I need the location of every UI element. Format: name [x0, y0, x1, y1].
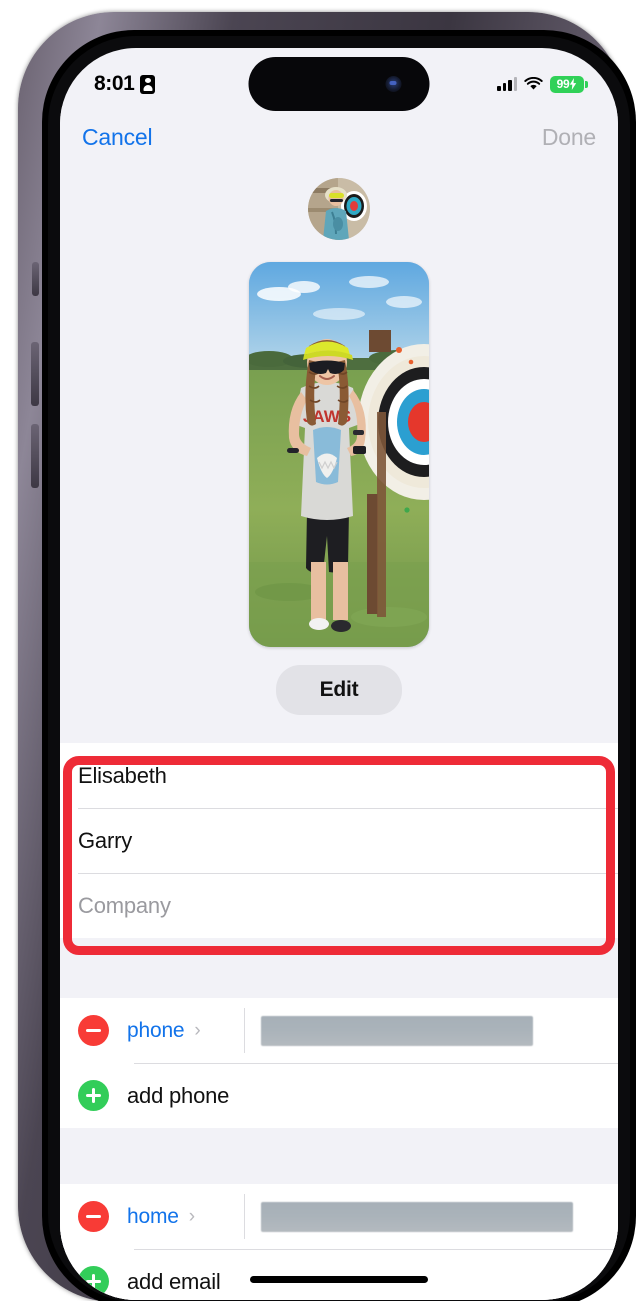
add-phone-row[interactable]: add phone	[60, 1063, 618, 1128]
phone-screen: 8:01 99 Cancel Done JAWS Edit Elisabeth …	[60, 48, 618, 1300]
add-email-row[interactable]: add email	[60, 1249, 618, 1300]
section-gap-2	[60, 1128, 618, 1184]
screenshot-stage: 8:01 99 Cancel Done JAWS Edit Elisabeth …	[0, 0, 642, 1301]
email-row[interactable]: home ›	[60, 1184, 618, 1249]
edit-photo-button[interactable]: Edit	[275, 665, 403, 715]
phone-label-cell[interactable]: phone ›	[127, 998, 245, 1063]
chevron-right-icon: ›	[188, 1206, 196, 1227]
dynamic-island[interactable]	[248, 57, 430, 111]
company-field[interactable]: Company	[78, 893, 171, 919]
volume-down-button[interactable]	[31, 424, 39, 488]
phone-label[interactable]: phone	[127, 1019, 185, 1043]
wifi-icon	[524, 76, 543, 91]
add-email-label[interactable]: add email	[127, 1269, 221, 1295]
chevron-right-icon: ›	[194, 1020, 201, 1041]
add-phone-label[interactable]: add phone	[127, 1083, 229, 1109]
plus-circle-icon[interactable]	[78, 1266, 109, 1297]
cancel-button[interactable]: Cancel	[82, 124, 153, 151]
volume-up-button[interactable]	[31, 342, 39, 406]
cellular-bars-icon	[497, 77, 517, 91]
avatar[interactable]	[308, 178, 370, 240]
status-time: 8:01	[94, 72, 135, 95]
contact-card-icon	[140, 74, 156, 94]
phone-value-redacted[interactable]	[261, 1015, 533, 1046]
contact-poster-container: JAWS	[60, 262, 618, 647]
home-indicator[interactable]	[250, 1276, 428, 1283]
phone-row[interactable]: phone ›	[60, 998, 618, 1063]
name-fields-group: Elisabeth Garry Company	[60, 743, 618, 938]
minus-circle-icon[interactable]	[78, 1015, 109, 1046]
company-row[interactable]: Company	[60, 873, 618, 938]
contact-edit-content: JAWS Edit Elisabeth Garry Company phone …	[60, 168, 618, 1300]
navigation-bar: Cancel Done	[60, 106, 618, 168]
done-button[interactable]: Done	[542, 124, 596, 151]
email-label[interactable]: home	[127, 1205, 179, 1229]
first-name-row[interactable]: Elisabeth	[60, 743, 618, 808]
avatar-container	[60, 178, 618, 240]
status-bar-right: 99	[497, 75, 588, 93]
contact-poster[interactable]: JAWS	[249, 262, 429, 647]
phone-frame: 8:01 99 Cancel Done JAWS Edit Elisabeth …	[18, 12, 636, 1301]
battery-percent: 99	[556, 77, 570, 91]
section-gap-1	[60, 938, 618, 998]
last-name-row[interactable]: Garry	[60, 808, 618, 873]
email-label-cell[interactable]: home ›	[127, 1184, 245, 1249]
front-camera-icon	[385, 76, 402, 92]
status-bar-left: 8:01	[94, 72, 156, 96]
silent-switch[interactable]	[32, 262, 39, 296]
edit-photo-container: Edit	[60, 665, 618, 715]
minus-circle-icon[interactable]	[78, 1201, 109, 1232]
charging-bolt-icon	[570, 78, 577, 90]
plus-circle-icon[interactable]	[78, 1080, 109, 1111]
phone-fields-group: phone › add phone	[60, 998, 618, 1128]
email-value-redacted[interactable]	[261, 1201, 573, 1232]
last-name-field[interactable]: Garry	[78, 828, 132, 854]
first-name-field[interactable]: Elisabeth	[78, 763, 167, 789]
battery-indicator: 99	[550, 75, 588, 93]
